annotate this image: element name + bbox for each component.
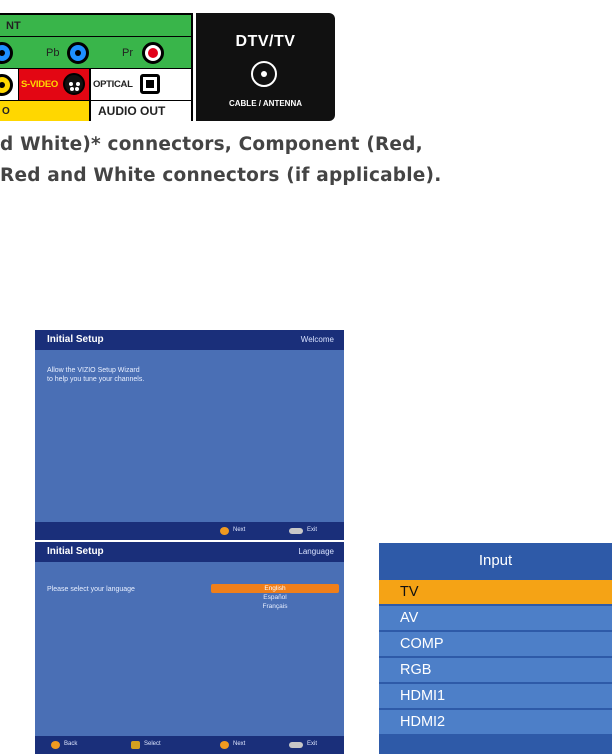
- screen-title: Initial Setup: [47, 334, 104, 345]
- pb-label: Pb: [46, 46, 60, 59]
- optical-port-icon: [140, 74, 160, 94]
- next-icon: [220, 527, 229, 535]
- screen-step-label: Welcome: [300, 335, 334, 344]
- dtv-title: DTV/TV: [235, 33, 296, 50]
- screen-footer: Back Select Next Exit: [35, 736, 344, 754]
- body-text-line-2: Red and White connectors (if applicable)…: [0, 165, 442, 186]
- input-option-comp[interactable]: COMP: [379, 632, 612, 656]
- back-icon: [51, 741, 60, 749]
- input-option-rgb[interactable]: RGB: [379, 658, 612, 682]
- input-option-hdmi2[interactable]: HDMI2: [379, 710, 612, 734]
- component-jacks-row: Pb Pr: [0, 37, 191, 69]
- input-menu-title: Input: [379, 543, 612, 579]
- exit-key-icon: [289, 742, 303, 748]
- next-icon: [220, 741, 229, 749]
- svideo-label: S-VIDEO: [21, 79, 58, 90]
- input-menu: Input TV AV COMP RGB HDMI1 HDMI2: [379, 543, 612, 754]
- input-option-tv[interactable]: TV: [379, 580, 612, 604]
- pr-label: Pr: [122, 46, 133, 59]
- language-option-english[interactable]: English: [211, 584, 339, 593]
- welcome-message-line-1: Allow the VIZIO Setup Wizard: [47, 367, 140, 374]
- footer-next-label: Next: [233, 741, 246, 747]
- svideo-jack-icon: [63, 73, 85, 95]
- body-text-line-1: d White)* connectors, Component (Red,: [0, 134, 423, 155]
- footer-select-label: Select: [144, 741, 161, 747]
- language-prompt: Please select your language: [47, 586, 135, 593]
- component-header-label: NT: [6, 19, 21, 32]
- av-jacks-row: S-VIDEO OPTICAL: [0, 69, 191, 101]
- component-header-row: NT: [0, 15, 191, 37]
- select-icon: [131, 741, 140, 749]
- exit-key-icon: [289, 528, 303, 534]
- setup-language-screen: Initial Setup Language Please select you…: [35, 542, 344, 754]
- language-option-espanol[interactable]: Español: [211, 593, 339, 602]
- optical-label: OPTICAL: [93, 79, 133, 90]
- y-jack-icon: [0, 42, 13, 64]
- pb-jack-icon: [67, 42, 89, 64]
- screen-step-label: Language: [298, 547, 334, 556]
- input-option-av[interactable]: AV: [379, 606, 612, 630]
- footer-exit-label: Exit: [307, 741, 318, 747]
- language-option-francais[interactable]: Français: [211, 602, 339, 611]
- welcome-message-line-2: to help you tune your channels.: [47, 376, 145, 383]
- audio-out-label: AUDIO OUT: [98, 104, 166, 118]
- video-jack-icon: [0, 74, 13, 96]
- connector-panel: NT Pb Pr S-VIDEO OPTICAL O AUDIO OUT DTV…: [0, 13, 335, 121]
- screen-header: Initial Setup Language: [35, 542, 344, 562]
- rear-connector-diagram: NT Pb Pr S-VIDEO OPTICAL O AUDIO OUT: [0, 13, 193, 121]
- footer-exit-label: Exit: [307, 527, 318, 533]
- pr-jack-icon: [142, 42, 164, 64]
- footer-back-label: Back: [64, 741, 78, 747]
- setup-welcome-screen: Initial Setup Welcome Allow the VIZIO Se…: [35, 330, 344, 540]
- screen-title: Initial Setup: [47, 546, 104, 557]
- screen-footer: Next Exit: [35, 522, 344, 540]
- svideo-section: S-VIDEO: [19, 69, 89, 100]
- audio-out-row: O AUDIO OUT: [0, 101, 191, 121]
- language-list: English Español Français: [211, 584, 339, 611]
- footer-next-label: Next: [233, 527, 246, 533]
- dtv-antenna-panel: DTV/TV CABLE / ANTENNA: [196, 13, 335, 121]
- coax-jack-icon: [251, 61, 277, 87]
- cable-antenna-label: CABLE / ANTENNA: [228, 99, 303, 108]
- audio-left-label: O: [2, 105, 10, 117]
- input-option-hdmi1[interactable]: HDMI1: [379, 684, 612, 708]
- screen-header: Initial Setup Welcome: [35, 330, 344, 350]
